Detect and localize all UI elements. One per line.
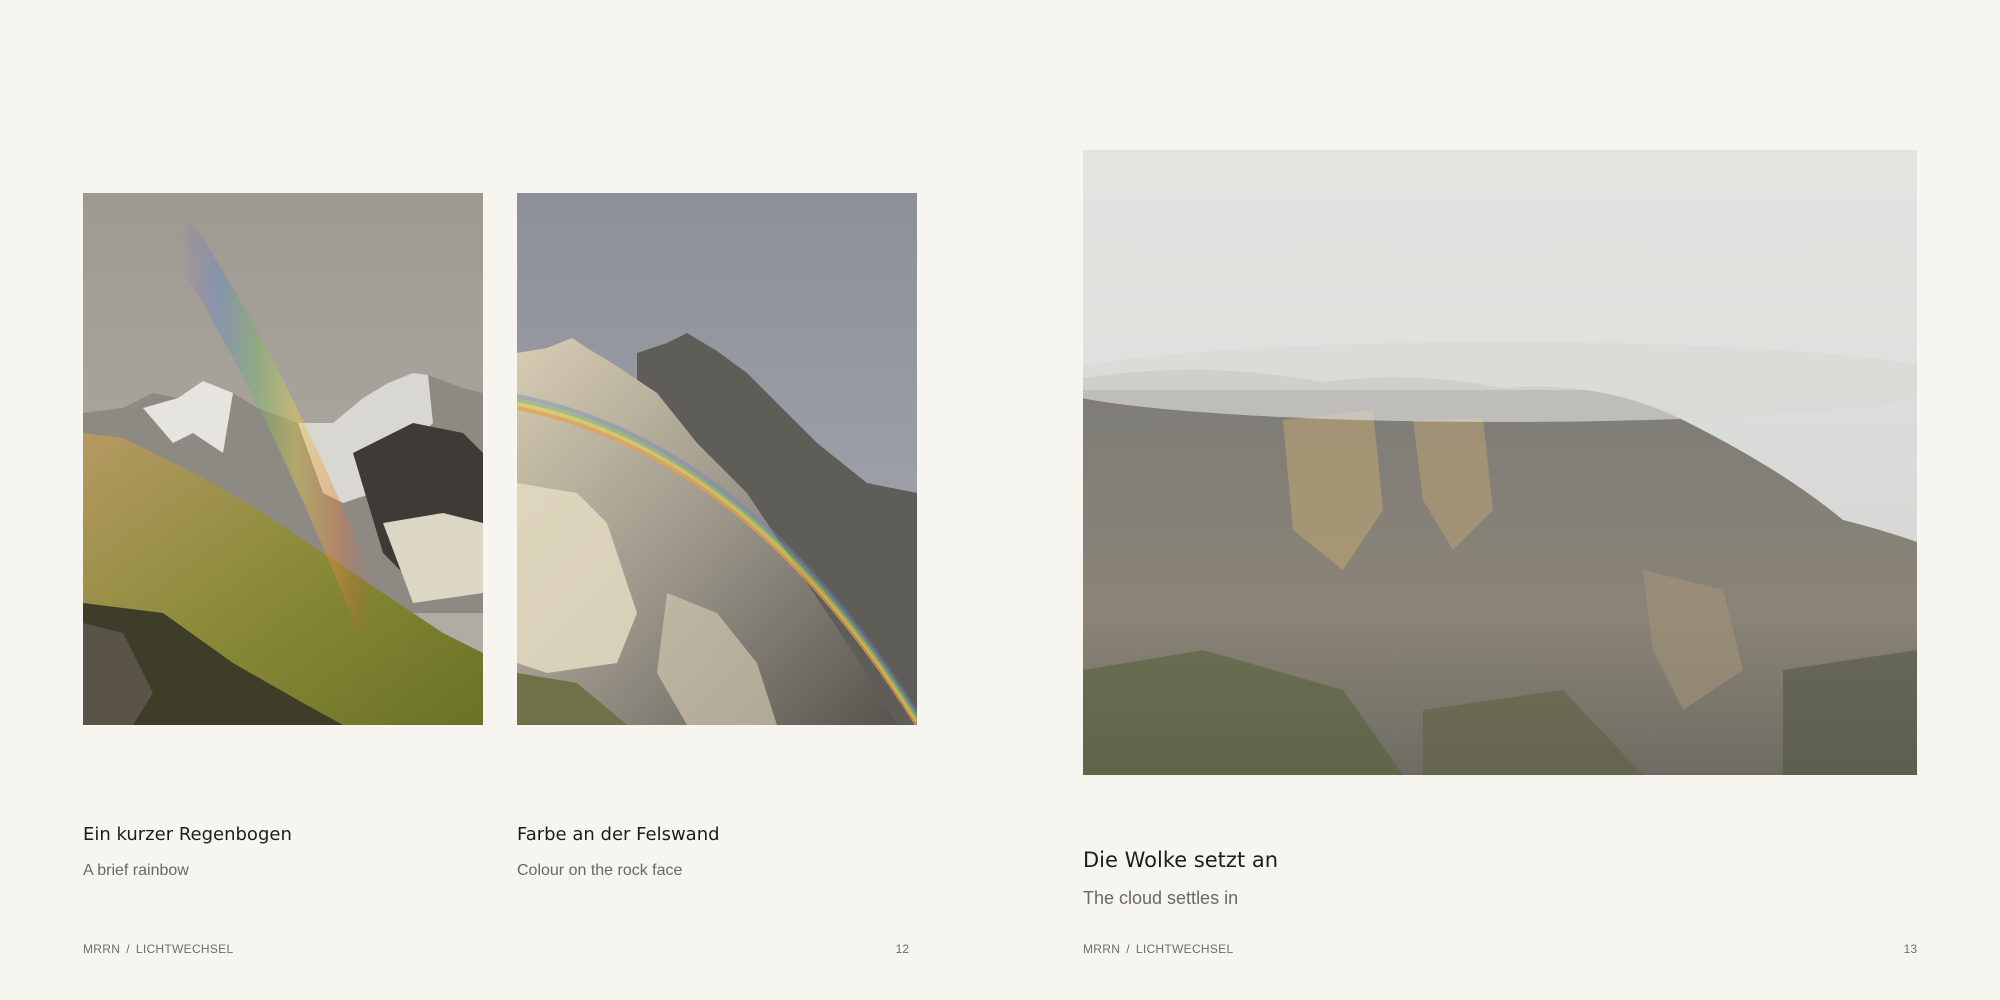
page-number: 12 — [895, 942, 909, 956]
cloud-cliff-photo — [1083, 150, 1917, 775]
footer-brand: MRRN — [1083, 942, 1121, 956]
page-number: 13 — [1903, 942, 1917, 956]
caption-subtitle: A brief rainbow — [83, 862, 189, 879]
caption-title: Die Wolke setzt an — [1083, 848, 1279, 872]
footer-series: LICHTWECHSEL — [1135, 942, 1234, 956]
rockface-rainbow-photo — [517, 193, 917, 725]
rainbow-mountain-photo — [83, 193, 483, 725]
footer-brand: MRRN — [83, 942, 121, 956]
caption-subtitle: Colour on the rock face — [517, 862, 683, 879]
caption-title: Ein kurzer Regenbogen — [83, 824, 292, 845]
page-footer: MRRN / LICHTWECHSEL — [83, 942, 233, 956]
page-footer: MRRN / LICHTWECHSEL — [1083, 942, 1233, 956]
footer-separator: / — [126, 942, 130, 956]
caption-title: Farbe an der Felswand — [517, 824, 720, 845]
caption-subtitle: The cloud settles in — [1083, 888, 1239, 908]
footer-series: LICHTWECHSEL — [135, 942, 234, 956]
footer-separator: / — [1126, 942, 1130, 956]
